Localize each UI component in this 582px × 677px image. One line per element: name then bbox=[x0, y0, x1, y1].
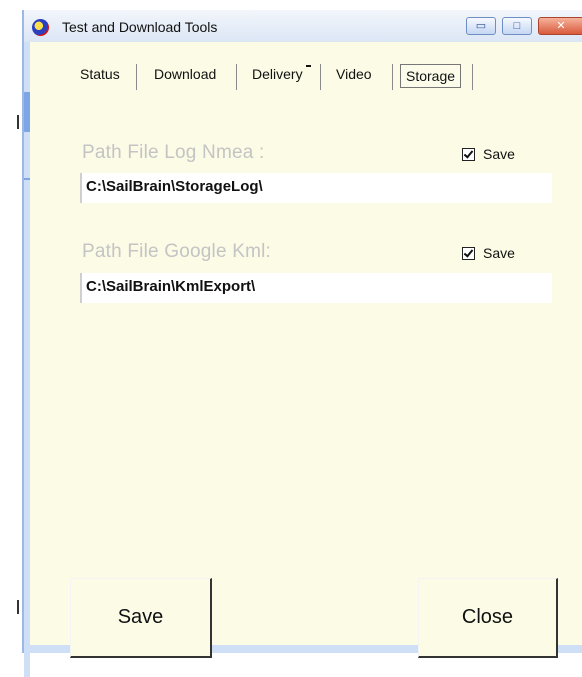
minimize-button[interactable]: ▭ bbox=[466, 17, 496, 35]
maximize-button[interactable]: □ bbox=[502, 17, 532, 35]
kml-save-label: Save bbox=[483, 245, 515, 261]
tab-video[interactable]: Video bbox=[336, 62, 372, 92]
nmea-save-checkbox[interactable]: Save bbox=[462, 146, 515, 162]
nmea-path-input[interactable]: C:\SailBrain\StorageLog\ bbox=[80, 173, 552, 203]
outer-edge-mark bbox=[17, 600, 19, 614]
client-area: Status Download Delivery Video Storage P… bbox=[30, 42, 582, 658]
nmea-path-label: Path File Log Nmea : bbox=[82, 142, 265, 163]
tab-separator bbox=[236, 64, 237, 90]
tab-separator bbox=[472, 64, 473, 90]
tab-separator bbox=[392, 64, 393, 90]
nmea-save-label: Save bbox=[483, 146, 515, 162]
tab-download[interactable]: Download bbox=[154, 62, 216, 92]
kml-path-input[interactable]: C:\SailBrain\KmlExport\ bbox=[80, 273, 552, 303]
checkbox-checked-icon bbox=[462, 246, 475, 260]
kml-save-checkbox[interactable]: Save bbox=[462, 245, 515, 261]
tab-storage[interactable]: Storage bbox=[400, 64, 462, 88]
kml-path-label: Path File Google Kml: bbox=[82, 241, 272, 262]
tab-delivery[interactable]: Delivery bbox=[252, 62, 303, 92]
checkbox-checked-icon bbox=[462, 147, 475, 161]
close-window-button[interactable]: ✕ bbox=[538, 17, 582, 35]
outer-edge-mark bbox=[17, 115, 19, 129]
save-button[interactable]: Save bbox=[70, 578, 212, 658]
title-bar[interactable]: Test and Download Tools ▭ □ ✕ bbox=[24, 10, 582, 43]
tab-status[interactable]: Status bbox=[80, 62, 120, 92]
app-globe-icon bbox=[32, 19, 49, 36]
tab-focus-mark bbox=[306, 65, 311, 67]
tab-separator bbox=[136, 64, 137, 90]
tab-separator bbox=[320, 64, 321, 90]
window-title: Test and Download Tools bbox=[62, 19, 218, 35]
close-button[interactable]: Close bbox=[418, 578, 558, 658]
app-window: Test and Download Tools ▭ □ ✕ Status Dow… bbox=[22, 10, 582, 677]
